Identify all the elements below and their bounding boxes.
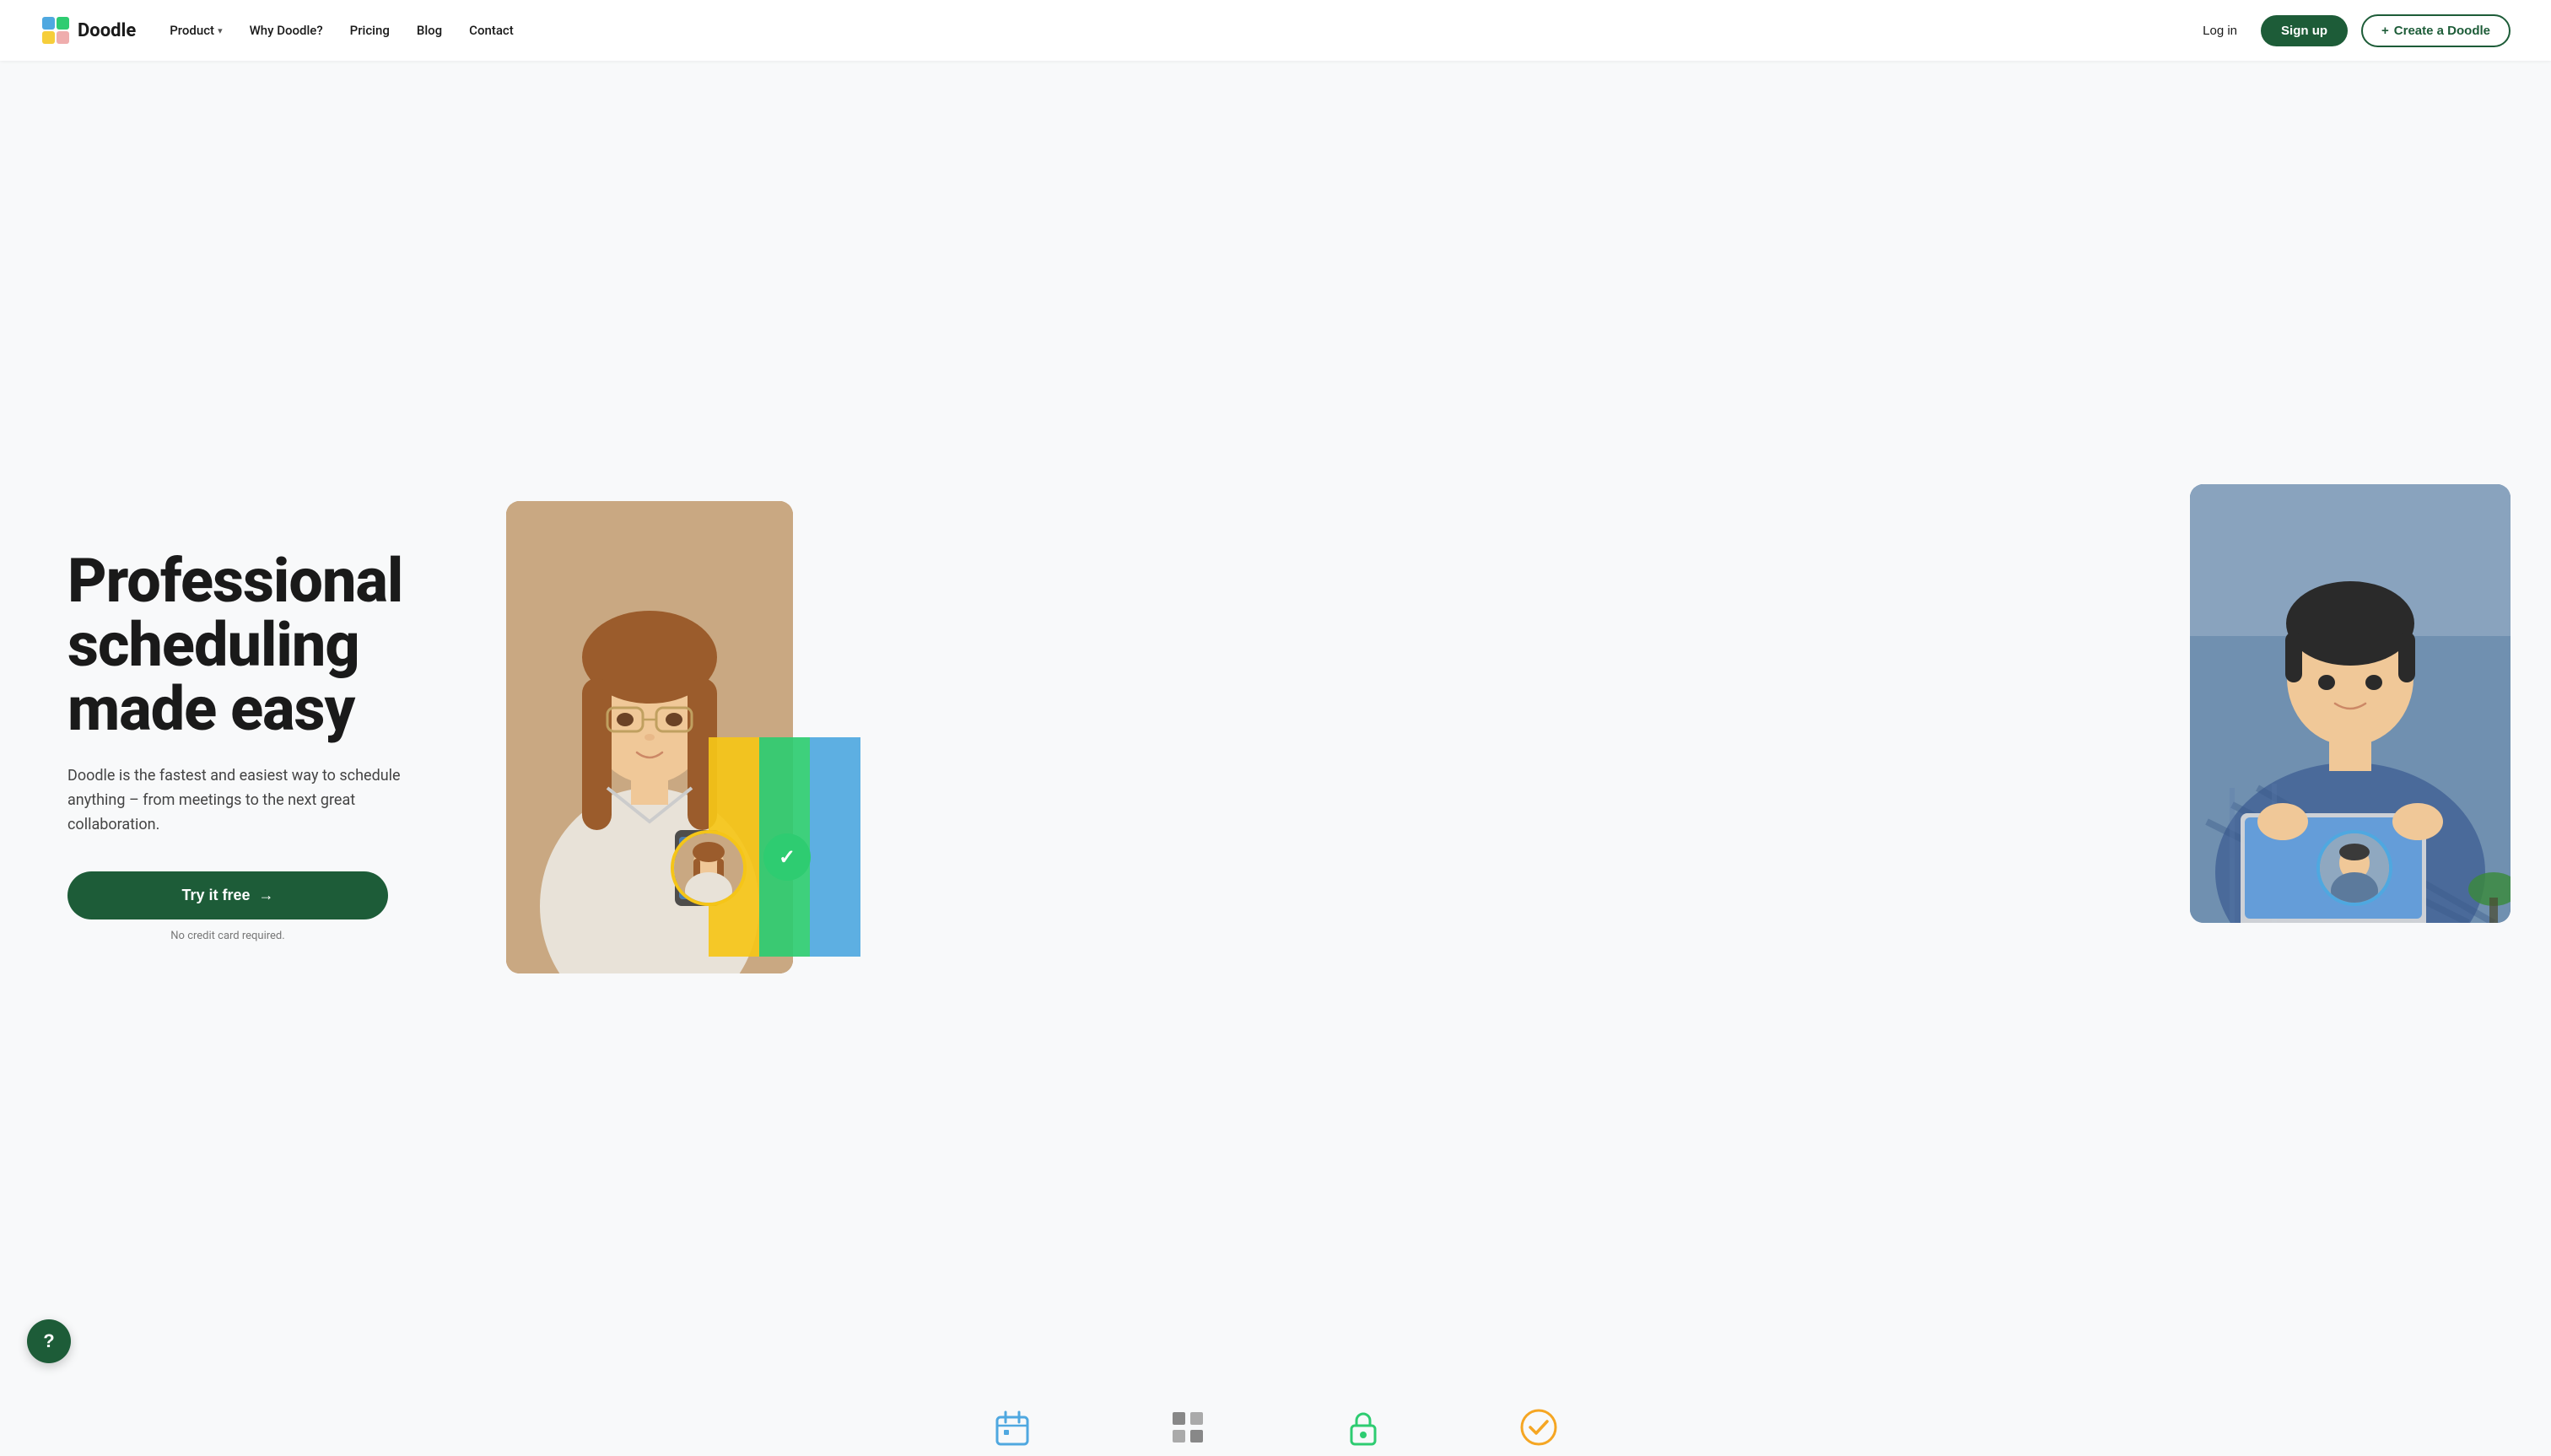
calendar-icon — [992, 1407, 1033, 1448]
hero-content: Professional scheduling made easy Doodle… — [67, 549, 472, 941]
hero-image-collage: ✓ — [506, 484, 2511, 1007]
hero-subtitle: Doodle is the fastest and easiest way to… — [67, 764, 422, 837]
lock-icon — [1343, 1407, 1383, 1448]
feature-check-badge — [1518, 1407, 1559, 1448]
bar-blue — [810, 737, 860, 957]
login-button[interactable]: Log in — [2192, 17, 2247, 45]
create-doodle-button[interactable]: + Create a Doodle — [2361, 14, 2511, 47]
hero-title: Professional scheduling made easy — [67, 549, 472, 741]
check-badge-icon — [1518, 1407, 1559, 1448]
nav-links: Product ▾ Why Doodle? Pricing Blog Conta… — [170, 23, 2192, 38]
nav-item-pricing[interactable]: Pricing — [350, 23, 390, 38]
nav-actions: Log in Sign up + Create a Doodle — [2192, 14, 2511, 47]
plus-icon: + — [2381, 24, 2389, 38]
feature-lock — [1343, 1407, 1383, 1448]
feature-calendar — [992, 1407, 1033, 1448]
signup-button[interactable]: Sign up — [2261, 15, 2348, 46]
nav-item-contact[interactable]: Contact — [469, 23, 514, 38]
logo-text: Doodle — [78, 20, 136, 41]
avatar-man-small — [2316, 830, 2392, 906]
avatar-man-icon — [2320, 833, 2389, 903]
nav-item-why-doodle[interactable]: Why Doodle? — [250, 23, 323, 38]
feature-grid — [1168, 1407, 1208, 1448]
product-dropdown-icon: ▾ — [218, 25, 223, 36]
hero-section: Professional scheduling made easy Doodle… — [0, 61, 2551, 1390]
navbar: Doodle Product ▾ Why Doodle? Pricing Blo… — [0, 0, 2551, 61]
nav-item-product[interactable]: Product ▾ — [170, 23, 222, 38]
arrow-icon: → — [259, 887, 274, 904]
no-credit-card-text: No credit card required. — [67, 930, 388, 942]
avatar-woman-icon — [674, 833, 743, 903]
logo-link[interactable]: Doodle — [40, 15, 136, 46]
checkmark-badge: ✓ — [763, 833, 811, 881]
help-button[interactable]: ? — [27, 1319, 71, 1363]
try-free-button[interactable]: Try it free → — [67, 871, 388, 919]
avatar-woman-small — [671, 830, 747, 906]
nav-item-blog[interactable]: Blog — [417, 23, 442, 38]
bottom-features-strip — [0, 1390, 2551, 1456]
grid-icon — [1168, 1407, 1208, 1448]
doodle-logo-icon — [40, 15, 71, 46]
